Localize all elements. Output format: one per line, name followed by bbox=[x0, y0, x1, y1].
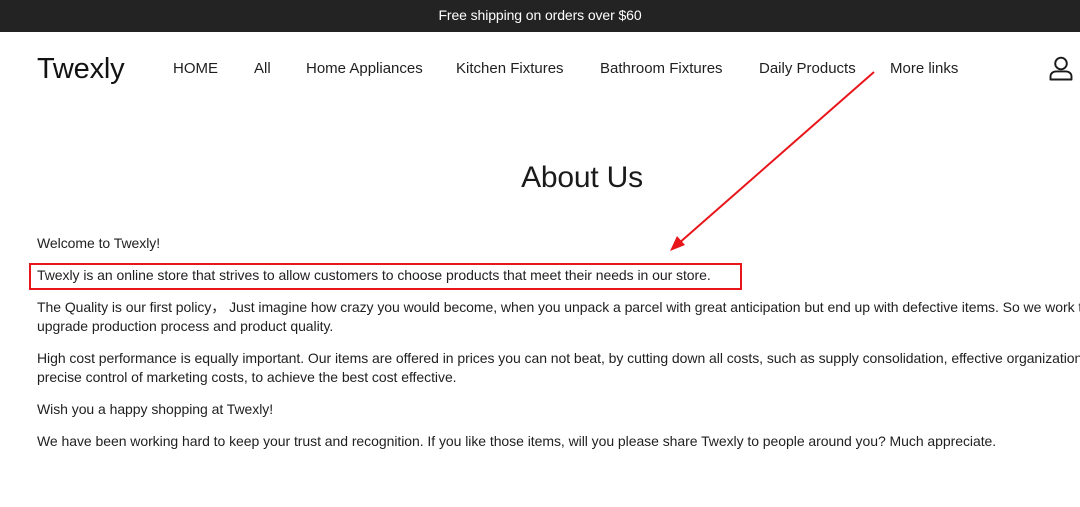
nav-item-all[interactable]: All bbox=[254, 58, 271, 80]
highlight-box bbox=[29, 263, 742, 290]
paragraph-welcome: Welcome to Twexly! bbox=[37, 235, 161, 251]
announcement-bar: Free shipping on orders over $60 bbox=[0, 0, 1080, 32]
account-icon[interactable] bbox=[1046, 54, 1076, 84]
paragraph-quality: The Quality is our first policy， Just im… bbox=[37, 299, 1080, 334]
announcement-text: Free shipping on orders over $60 bbox=[438, 7, 642, 23]
about-page: Free shipping on orders over $60 Twexly … bbox=[0, 0, 1080, 507]
page-title: About Us bbox=[521, 161, 643, 194]
nav-item-kitchen-fixtures[interactable]: Kitchen Fixtures bbox=[456, 58, 564, 80]
paragraph-happy-shopping: Wish you a happy shopping at Twexly! bbox=[37, 401, 274, 417]
nav-item-more-links[interactable]: More links bbox=[890, 58, 958, 80]
store-logo[interactable]: Twexly bbox=[37, 51, 125, 87]
paragraph-cost-performance: High cost performance is equally importa… bbox=[37, 350, 1080, 385]
nav-item-home[interactable]: HOME bbox=[173, 58, 218, 80]
nav-item-bathroom-fixtures[interactable]: Bathroom Fixtures bbox=[600, 58, 723, 80]
nav-item-home-appliances[interactable]: Home Appliances bbox=[306, 58, 423, 80]
nav-item-daily-products[interactable]: Daily Products bbox=[759, 58, 856, 80]
paragraph-trust: We have been working hard to keep your t… bbox=[37, 433, 997, 449]
